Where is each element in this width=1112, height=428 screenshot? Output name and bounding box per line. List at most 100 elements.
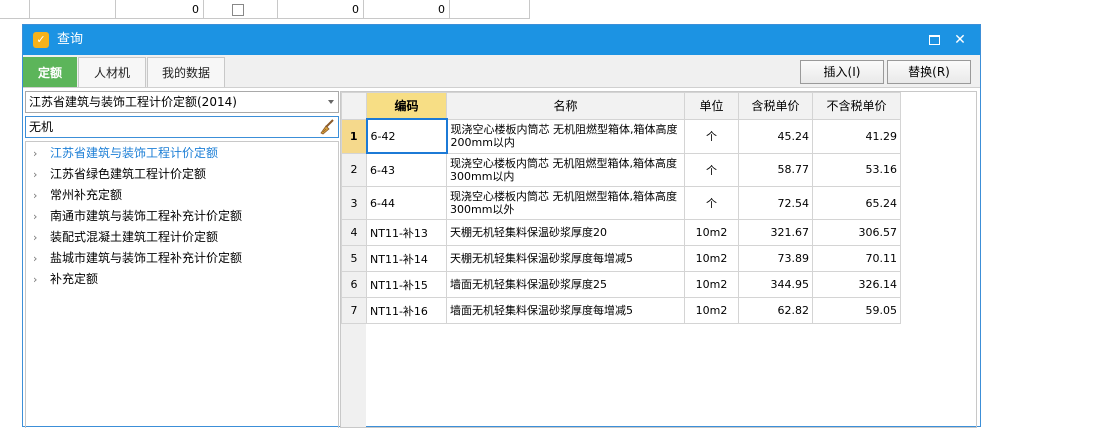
cell-price-notax[interactable]: 70.11	[812, 245, 901, 272]
table-row[interactable]: 6 NT11-补15 墙面无机轻集料保温砂浆厚度25 10m2 344.95 3…	[341, 271, 901, 298]
tree-item-label: 江苏省建筑与装饰工程计价定额	[50, 146, 219, 160]
cell-price-tax[interactable]: 62.82	[738, 297, 813, 324]
results-grid: 编码 名称 单位 含税单价 不含税单价 1 6-42 现浇空心楼板内筒芯 无机阻…	[340, 91, 977, 428]
insert-button[interactable]: 插入(I)	[800, 60, 884, 84]
cell-price-tax[interactable]: 72.54	[738, 186, 813, 220]
cell-price-tax[interactable]: 321.67	[738, 219, 813, 246]
maximize-button[interactable]	[923, 30, 945, 50]
row-index: 3	[341, 186, 367, 220]
app-icon: ✓	[33, 32, 49, 48]
bg-checkbox[interactable]	[232, 4, 244, 16]
table-row[interactable]: 1 6-42 现浇空心楼板内筒芯 无机阻燃型箱体,箱体高度 200mm以内 个 …	[341, 118, 901, 154]
cell-price-notax[interactable]: 326.14	[812, 271, 901, 298]
table-row[interactable]: 4 NT11-补13 天棚无机轻集料保温砂浆厚度20 10m2 321.67 3…	[341, 219, 901, 246]
cell-unit[interactable]: 个	[684, 118, 739, 154]
row-header-corner	[341, 92, 367, 120]
column-header-name[interactable]: 名称	[446, 92, 685, 120]
tree-item[interactable]: › 江苏省绿色建筑工程计价定额	[26, 164, 338, 185]
tree-item[interactable]: › 盐城市建筑与装饰工程补充计价定额	[26, 248, 338, 269]
cell-name[interactable]: 现浇空心楼板内筒芯 无机阻燃型箱体,箱体高度 200mm以内	[446, 118, 685, 154]
chevron-down-icon[interactable]	[328, 100, 334, 104]
row-index: 7	[341, 297, 367, 324]
table-row[interactable]: 2 6-43 现浇空心楼板内筒芯 无机阻燃型箱体,箱体高度 300mm以内 个 …	[341, 152, 901, 187]
tab-bar: 定额 人材机 我的数据 插入(I) 替换(R)	[23, 55, 980, 88]
bg-cell	[450, 0, 530, 19]
library-select[interactable]: 江苏省建筑与装饰工程计价定额(2014)	[25, 91, 339, 113]
results-table: 编码 名称 单位 含税单价 不含税单价 1 6-42 现浇空心楼板内筒芯 无机阻…	[341, 92, 901, 324]
search-input-value: 无机	[29, 120, 54, 134]
cell-price-tax[interactable]: 58.77	[738, 152, 813, 187]
tab-my-data[interactable]: 我的数据	[147, 57, 225, 87]
cell-name[interactable]: 现浇空心楼板内筒芯 无机阻燃型箱体,箱体高度 300mm以外	[446, 186, 685, 220]
tree-item[interactable]: › 南通市建筑与装饰工程补充计价定额	[26, 206, 338, 227]
column-header-unit[interactable]: 单位	[684, 92, 739, 120]
cell-code[interactable]: 6-42	[365, 118, 448, 154]
cell-code[interactable]: NT11-补16	[366, 297, 447, 324]
tree-item[interactable]: › 装配式混凝土建筑工程计价定额	[26, 227, 338, 248]
close-button[interactable]: ✕	[949, 30, 971, 50]
cell-unit[interactable]: 10m2	[684, 297, 739, 324]
cell-name[interactable]: 墙面无机轻集料保温砂浆厚度25	[446, 271, 685, 298]
cell-price-notax[interactable]: 306.57	[812, 219, 901, 246]
tree-item-label: 南通市建筑与装饰工程补充计价定额	[50, 209, 243, 223]
cell-unit[interactable]: 10m2	[684, 219, 739, 246]
cell-price-tax[interactable]: 45.24	[738, 118, 813, 154]
tab-quota[interactable]: 定额	[23, 57, 77, 87]
cell-price-notax[interactable]: 59.05	[812, 297, 901, 324]
chevron-right-icon[interactable]: ›	[33, 164, 37, 185]
tree-item-label: 常州补充定额	[50, 188, 123, 202]
table-row[interactable]: 3 6-44 现浇空心楼板内筒芯 无机阻燃型箱体,箱体高度 300mm以外 个 …	[341, 186, 901, 220]
search-input[interactable]: 无机	[25, 116, 339, 138]
chevron-right-icon[interactable]: ›	[33, 227, 37, 248]
table-row[interactable]: 5 NT11-补14 天棚无机轻集料保温砂浆厚度每增减5 10m2 73.89 …	[341, 245, 901, 272]
replace-button[interactable]: 替换(R)	[887, 60, 971, 84]
bg-cell-value: 0	[278, 0, 364, 19]
chevron-right-icon[interactable]: ›	[33, 206, 37, 227]
cell-name[interactable]: 现浇空心楼板内筒芯 无机阻燃型箱体,箱体高度 300mm以内	[446, 152, 685, 187]
column-header-price-notax[interactable]: 不含税单价	[812, 92, 901, 120]
bg-cell-value: 0	[364, 0, 450, 19]
column-header-price-tax[interactable]: 含税单价	[738, 92, 813, 120]
tree-item-label: 盐城市建筑与装饰工程补充计价定额	[50, 251, 243, 265]
cell-price-tax[interactable]: 344.95	[738, 271, 813, 298]
left-panel: 江苏省建筑与装饰工程计价定额(2014) 无机 › 江苏省建筑与装饰工程计价定额…	[25, 91, 339, 428]
chevron-right-icon[interactable]: ›	[33, 185, 37, 206]
cell-code[interactable]: NT11-补15	[366, 271, 447, 298]
tab-labor-material-machine[interactable]: 人材机	[78, 57, 146, 87]
cell-name[interactable]: 墙面无机轻集料保温砂浆厚度每增减5	[446, 297, 685, 324]
column-header-code[interactable]: 编码	[366, 92, 447, 120]
maximize-icon	[928, 35, 940, 45]
row-index: 4	[341, 219, 367, 246]
quota-tree: › 江苏省建筑与装饰工程计价定额 › 江苏省绿色建筑工程计价定额 › 常州补充定…	[25, 141, 339, 428]
chevron-right-icon[interactable]: ›	[33, 143, 37, 164]
cell-price-tax[interactable]: 73.89	[738, 245, 813, 272]
cell-unit[interactable]: 10m2	[684, 271, 739, 298]
chevron-right-icon[interactable]: ›	[33, 248, 37, 269]
cell-name[interactable]: 天棚无机轻集料保温砂浆厚度每增减5	[446, 245, 685, 272]
table-row[interactable]: 7 NT11-补16 墙面无机轻集料保温砂浆厚度每增减5 10m2 62.82 …	[341, 297, 901, 324]
clear-broom-icon[interactable]	[319, 119, 335, 135]
row-index: 5	[341, 245, 367, 272]
tree-item[interactable]: › 补充定额	[26, 269, 338, 290]
cell-code[interactable]: 6-44	[366, 186, 447, 220]
cell-unit[interactable]: 10m2	[684, 245, 739, 272]
tree-item[interactable]: › 常州补充定额	[26, 185, 338, 206]
tree-item-label: 补充定额	[50, 272, 99, 286]
background-spreadsheet-row: 0 0 0	[0, 0, 530, 20]
cell-price-notax[interactable]: 53.16	[812, 152, 901, 187]
query-dialog: ✓ 查询 ✕ 定额 人材机 我的数据 插入(I) 替换(R) 江苏省建筑与装饰工…	[22, 24, 981, 428]
cell-unit[interactable]: 个	[684, 186, 739, 220]
bg-cell	[0, 0, 30, 19]
cell-code[interactable]: 6-43	[366, 152, 447, 187]
cell-code[interactable]: NT11-补14	[366, 245, 447, 272]
cell-name[interactable]: 天棚无机轻集料保温砂浆厚度20	[446, 219, 685, 246]
bg-cell-value: 0	[116, 0, 204, 19]
cell-code[interactable]: NT11-补13	[366, 219, 447, 246]
tree-item[interactable]: › 江苏省建筑与装饰工程计价定额	[26, 143, 338, 164]
cell-price-notax[interactable]: 41.29	[812, 118, 901, 154]
cell-price-notax[interactable]: 65.24	[812, 186, 901, 220]
row-index: 1	[341, 118, 367, 154]
cell-unit[interactable]: 个	[684, 152, 739, 187]
chevron-right-icon[interactable]: ›	[33, 269, 37, 290]
title-bar[interactable]: ✓ 查询 ✕	[23, 25, 980, 55]
